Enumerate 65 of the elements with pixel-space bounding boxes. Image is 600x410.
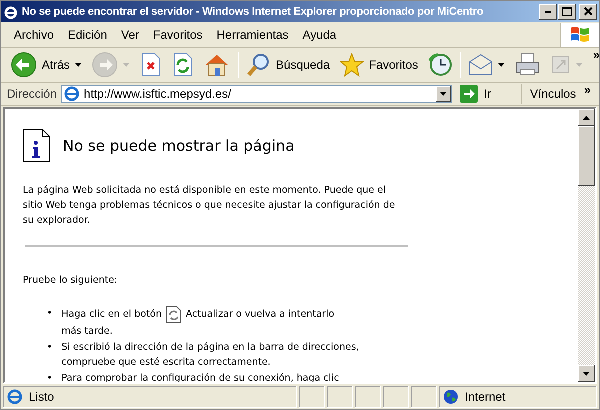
error-message: La página Web solicitada no está disponible en este momento. Puede que el sitio Web tenga problemas técnicos o que necesite ajustar la configuración de su explorador. bbox=[23, 184, 396, 228]
bullet: • bbox=[47, 340, 53, 354]
status-text: Listo bbox=[29, 390, 54, 404]
house-icon bbox=[204, 53, 230, 77]
caret-icon bbox=[440, 92, 447, 96]
links-overflow-button[interactable]: » bbox=[580, 83, 595, 97]
refresh-icon bbox=[166, 306, 182, 324]
caret-icon bbox=[75, 63, 82, 67]
caret-icon bbox=[576, 63, 584, 67]
status-pane bbox=[383, 386, 409, 408]
search-button[interactable]: Búsqueda bbox=[243, 51, 334, 79]
windows-flag-icon bbox=[569, 24, 591, 44]
page-icon bbox=[64, 86, 80, 102]
printer-icon bbox=[515, 53, 542, 77]
suggestions-heading: Pruebe lo siguiente: bbox=[23, 275, 119, 286]
menu-item[interactable]: Herramientas bbox=[210, 28, 296, 42]
menu-item[interactable]: Ayuda bbox=[296, 28, 344, 42]
close-button[interactable] bbox=[579, 4, 597, 20]
menu-item[interactable]: Edición bbox=[61, 28, 114, 42]
stop-icon bbox=[140, 53, 162, 77]
menu-item[interactable]: Favoritos bbox=[146, 28, 210, 42]
scroll-up-button[interactable] bbox=[578, 109, 595, 126]
globe-icon bbox=[443, 389, 459, 405]
go-button[interactable]: Ir bbox=[456, 84, 522, 104]
edit-icon bbox=[551, 55, 572, 75]
menu-item[interactable]: Ver bbox=[114, 28, 146, 42]
magnifier-icon bbox=[247, 53, 272, 77]
page-icon bbox=[7, 389, 23, 405]
maximize-button[interactable] bbox=[558, 4, 576, 20]
suggestion-text: Haga clic en el botón bbox=[62, 308, 162, 322]
star-icon bbox=[340, 53, 364, 77]
back-button[interactable]: Atrás bbox=[7, 50, 86, 80]
suggestion-text: Si escribió la dirección de la página en la barra de direcciones, compruebe que esté escrita correctamente. bbox=[62, 340, 360, 370]
refresh-icon bbox=[172, 53, 194, 77]
suggestion-text: Actualizar o vuelva a intentarlo bbox=[186, 308, 335, 322]
favorites-button[interactable]: Favoritos bbox=[336, 51, 422, 79]
scroll-thumb[interactable] bbox=[578, 126, 595, 186]
minimize-button[interactable] bbox=[539, 4, 557, 20]
links-button[interactable]: Vínculos bbox=[526, 87, 576, 101]
bullet: • bbox=[47, 372, 53, 382]
vertical-scrollbar[interactable] bbox=[578, 109, 595, 382]
clock-icon bbox=[428, 53, 452, 77]
up-arrow-icon bbox=[583, 116, 590, 120]
window-title: No se puede encontrar el servidor - Windows Internet Explorer proporcionado por MiCentro bbox=[22, 6, 484, 18]
scroll-down-button[interactable] bbox=[578, 365, 595, 382]
minimize-icon bbox=[545, 10, 551, 12]
down-arrow-icon bbox=[583, 372, 590, 376]
close-icon bbox=[584, 7, 592, 16]
bullet: • bbox=[47, 307, 53, 321]
status-pane bbox=[327, 386, 353, 408]
page-heading: No se puede mostrar la página bbox=[63, 137, 295, 155]
info-icon bbox=[23, 129, 51, 163]
suggestion-text: más tarde. bbox=[62, 325, 113, 339]
status-pane bbox=[355, 386, 381, 408]
caret-icon bbox=[123, 63, 130, 67]
security-zone: Internet bbox=[465, 390, 506, 404]
envelope-icon bbox=[469, 54, 494, 76]
address-field[interactable]: http://www.isftic.mepsyd.es/ bbox=[61, 85, 452, 103]
menu-item[interactable]: Archivo bbox=[7, 28, 62, 42]
maximize-icon bbox=[562, 7, 572, 16]
dropdown-button[interactable] bbox=[436, 86, 451, 102]
status-pane bbox=[299, 386, 325, 408]
caret-icon bbox=[498, 63, 506, 67]
address-label: Dirección bbox=[7, 87, 58, 101]
status-pane bbox=[411, 386, 437, 408]
